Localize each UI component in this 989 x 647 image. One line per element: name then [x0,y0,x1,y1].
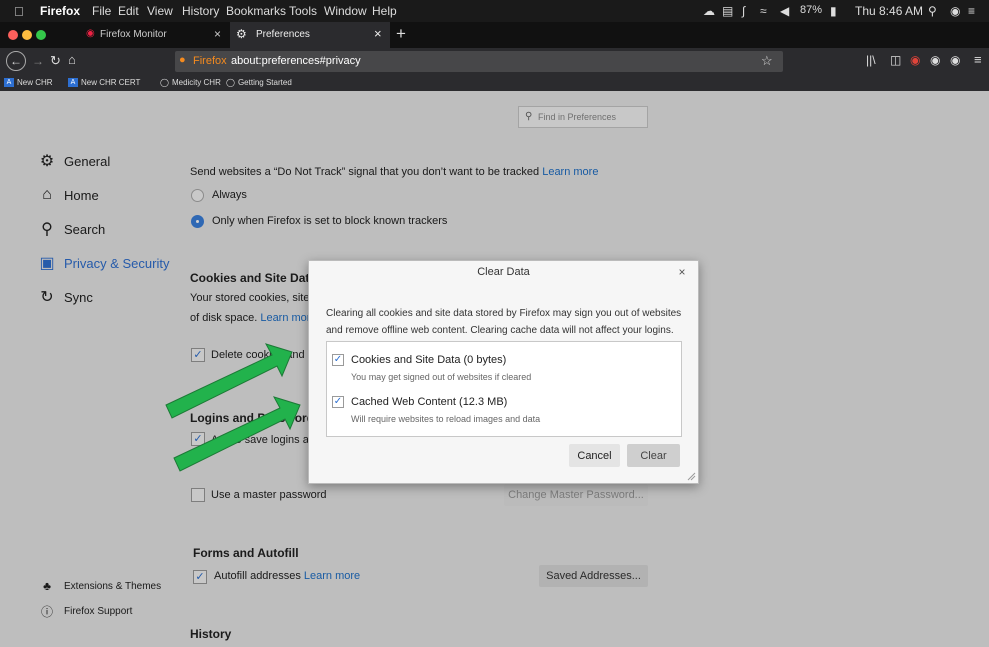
cookies-site-data-checkbox[interactable]: ✓ [332,354,344,366]
bookmark-star-icon[interactable]: ☆ [761,53,773,69]
menu-edit[interactable]: Edit [118,4,139,18]
wifi-icon[interactable]: ≈ [760,4,767,18]
menu-window[interactable]: Window [324,4,367,18]
notification-center-icon[interactable]: ≡ [968,4,975,18]
extension-icon[interactable]: ◉ [950,53,960,67]
firefox-identity-icon: ● [179,54,186,66]
cached-content-label: Cached Web Content (12.3 MB) [351,396,508,408]
volume-icon[interactable]: ◀ [780,4,789,18]
url-text[interactable]: about:preferences#privacy [231,55,361,67]
annotation-arrows [165,343,301,472]
clear-options-box: ✓ Cookies and Site Data (0 bytes) You ma… [326,341,682,437]
dialog-description: Clearing all cookies and site data store… [326,308,682,336]
menu-view[interactable]: View [147,4,173,18]
clock[interactable]: Thu 8:46 AM [855,4,923,18]
tab-preferences[interactable]: ⚙ Preferences × [230,22,390,48]
bookmark-medicity-chr[interactable]: ◯ Medicity CHR [160,78,221,87]
clear-data-dialog: Clear Data × Clearing all cookies and si… [308,260,699,484]
bluetooth-icon[interactable]: ∫ [742,4,745,18]
tab-title: Preferences [256,29,310,40]
dialog-title: Clear Data [477,266,530,278]
macos-menubar:  Firefox File Edit View History Bookmar… [0,0,989,22]
home-button[interactable]: ⌂ [68,52,76,67]
cookies-site-data-sub: You may get signed out of websites if cl… [351,372,532,382]
adobe-icon: A [4,78,14,88]
globe-icon: ◯ [226,78,235,87]
menu-file[interactable]: File [92,4,111,18]
forward-button[interactable]: → [32,54,44,68]
menu-help[interactable]: Help [372,4,397,18]
siri-icon[interactable]: ◉ [950,4,960,18]
menu-app-name[interactable]: Firefox [40,4,80,18]
cached-content-sub: Will require websites to reload images a… [351,414,541,424]
cancel-button[interactable]: Cancel [569,444,620,467]
tab-strip: ◉ Firefox Monitor × ⚙ Preferences × + [0,22,989,48]
menu-history[interactable]: History [182,4,219,18]
reload-button[interactable]: ↻ [50,53,61,69]
menu-hamburger-icon[interactable]: ≡ [974,52,982,67]
new-tab-button[interactable]: + [396,24,406,44]
account-icon[interactable]: ◉ [930,53,940,67]
gear-icon: ⚙ [236,27,247,41]
sidebar-toggle-icon[interactable]: ◫ [890,53,901,67]
annotation-arrow-upper [165,343,293,419]
library-icon[interactable]: ||\ [866,53,876,67]
apple-icon[interactable]:  [14,4,24,19]
tab-close-icon[interactable]: × [374,26,382,41]
adobe-icon: A [68,78,78,88]
menu-bookmarks[interactable]: Bookmarks [226,4,286,18]
cookies-site-data-label: Cookies and Site Data (0 bytes) [351,354,507,366]
cloud-icon[interactable]: ☁ [703,4,715,18]
identity-label: Firefox [193,55,227,67]
resize-grip-icon[interactable] [686,471,696,481]
globe-icon: ◯ [160,78,169,87]
pocket-icon[interactable]: ◉ [910,53,920,67]
bookmark-new-chr-cert[interactable]: A New CHR CERT [68,78,140,88]
window-zoom-button[interactable] [36,30,46,40]
menu-tools[interactable]: Tools [289,4,317,18]
back-button[interactable]: ← [6,51,26,71]
tab-firefox-monitor[interactable]: ◉ Firefox Monitor × [80,22,228,48]
window-minimize-button[interactable] [22,30,32,40]
tab-title: Firefox Monitor [100,29,167,40]
clear-button[interactable]: Clear [627,444,680,467]
nav-toolbar: ← → ↻ ⌂ ● Firefox about:preferences#priv… [0,48,989,75]
cached-content-checkbox[interactable]: ✓ [332,396,344,408]
tab-close-icon[interactable]: × [214,27,221,41]
app-status-icon[interactable]: ▤ [722,4,733,18]
bookmark-getting-started[interactable]: ◯ Getting Started [226,78,292,87]
bookmarks-toolbar: A New CHR A New CHR CERT ◯ Medicity CHR ◯ Ge… [0,75,989,91]
url-bar[interactable]: ● Firefox about:preferences#privacy ☆ [175,51,783,72]
close-icon[interactable]: × [674,265,690,279]
battery-percent: 87% [800,4,823,16]
window-close-button[interactable] [8,30,18,40]
battery-icon[interactable]: ▮ [830,4,837,18]
bookmark-new-chr[interactable]: A New CHR [4,78,53,88]
spotlight-icon[interactable]: ⚲ [928,4,937,18]
monitor-favicon-icon: ◉ [86,28,95,39]
